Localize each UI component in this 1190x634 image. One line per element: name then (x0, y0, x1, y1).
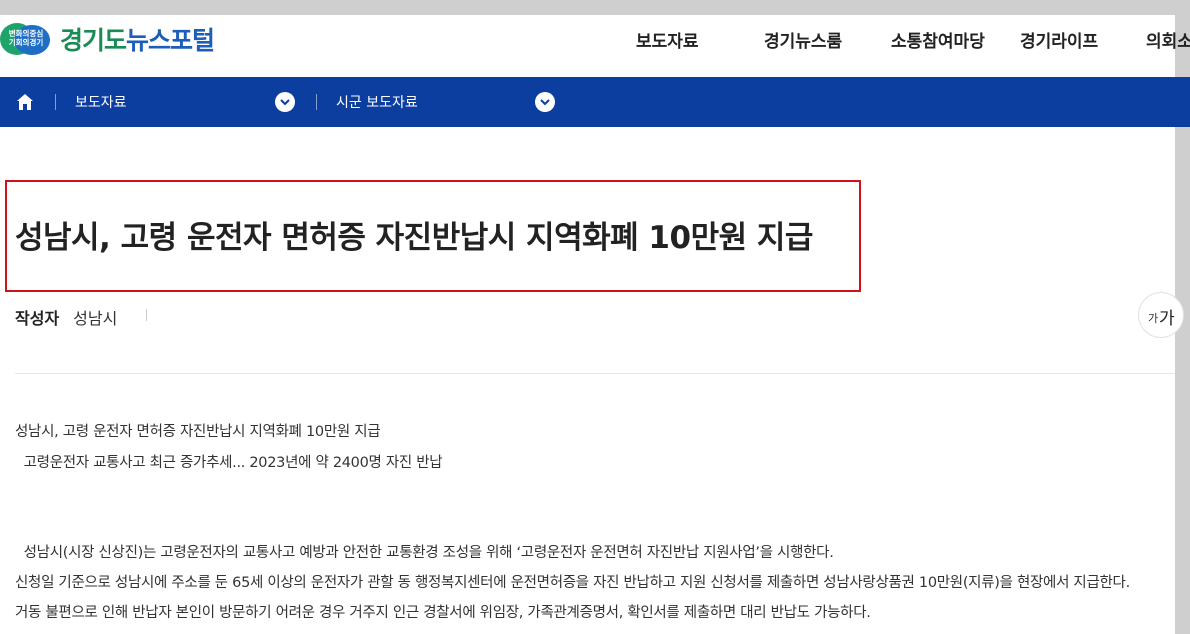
chevron-down-icon[interactable] (535, 92, 555, 112)
logo-badge-line1: 변화의중심 (8, 29, 44, 38)
logo-text: 경기도뉴스포털 (60, 21, 215, 57)
home-icon[interactable] (16, 93, 34, 111)
gnb-item-life[interactable]: 경기라이프 (1020, 27, 1098, 52)
font-size-small-icon: 가 (1148, 312, 1159, 325)
breadcrumb-bar: 보도자료 시군 보도자료 (0, 77, 1190, 127)
gnb-item-council[interactable]: 의회소 (1146, 27, 1190, 52)
page: 변화의중심 기회의경기 경기도뉴스포털 보도자료 경기뉴스룸 소통참여마당 경기… (0, 0, 1190, 634)
font-size-button[interactable]: 가 가 (1138, 292, 1184, 338)
logo-badge-line2: 기회의경기 (8, 38, 44, 47)
site-logo[interactable]: 변화의중심 기회의경기 경기도뉴스포털 (0, 21, 215, 57)
author-value: 성남시 (73, 309, 118, 328)
font-size-big-icon: 가 (1159, 309, 1175, 329)
breadcrumb-divider (55, 94, 56, 110)
breadcrumb-divider (316, 94, 317, 110)
meta-divider (146, 309, 147, 321)
article-body-line: 거동 불편으로 인해 반납자 본인이 방문하기 어려운 경우 거주지 인근 경찰… (15, 605, 871, 621)
article-body-line: 고령운전자 교통사고 최근 증가추세... 2023년에 약 2400명 자진 … (15, 455, 443, 471)
article-meta: 작성자 성남시 (15, 305, 117, 329)
content-divider (15, 373, 1175, 374)
gnb-item-newsroom[interactable]: 경기뉴스룸 (764, 27, 842, 52)
article-body-line: 신청일 기준으로 성남시에 주소를 둔 65세 이상의 운전자가 관할 동 행정… (15, 575, 1130, 591)
logo-badge-icon: 변화의중심 기회의경기 (0, 21, 52, 57)
logo-text-green: 경기도 (60, 26, 127, 55)
breadcrumb-item-press[interactable]: 보도자료 (75, 92, 127, 112)
article-body-line: 성남시, 고령 운전자 면허증 자진반납시 지역화폐 10만원 지급 (15, 424, 381, 440)
author-label: 작성자 (15, 309, 60, 328)
article-body-line: 성남시(시장 신상진)는 고령운전자의 교통사고 예방과 안전한 교통환경 조성… (15, 545, 834, 561)
logo-text-blue: 뉴스포털 (126, 26, 215, 55)
article-title: 성남시, 고령 운전자 면허증 자진반납시 지역화폐 10만원 지급 (15, 220, 813, 256)
gnb-item-press[interactable]: 보도자료 (636, 27, 699, 52)
gnb-item-participation[interactable]: 소통참여마당 (891, 27, 985, 52)
breadcrumb-item-city-press[interactable]: 시군 보도자료 (336, 92, 418, 112)
chevron-down-icon[interactable] (275, 92, 295, 112)
site-header: 변화의중심 기회의경기 경기도뉴스포털 보도자료 경기뉴스룸 소통참여마당 경기… (0, 15, 1190, 77)
